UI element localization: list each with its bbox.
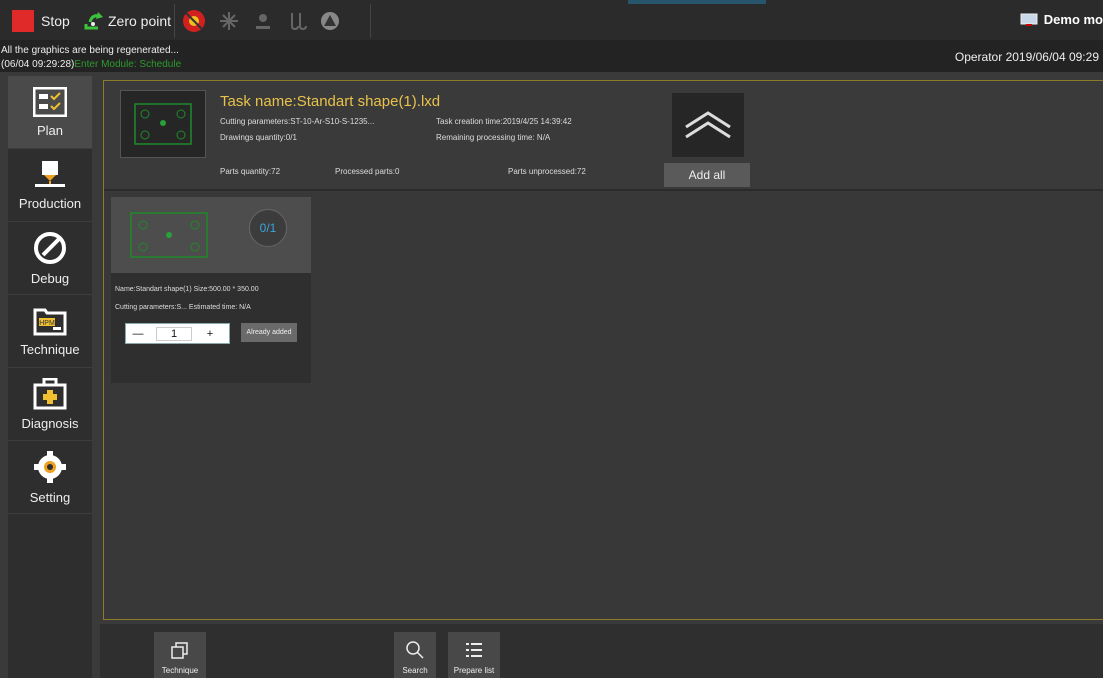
operator-datetime: Operator 2019/06/04 09:29: [954, 50, 1099, 64]
technique-icon: HPM: [33, 308, 67, 335]
sidebar-item-production[interactable]: Production: [8, 149, 92, 222]
debug-icon: [34, 231, 66, 264]
sidebar-item-label: Plan: [36, 122, 64, 138]
sidebar-item-technique[interactable]: HPM Technique: [8, 295, 92, 368]
sidebar-item-debug[interactable]: Debug: [8, 222, 92, 295]
task-remaining-time: Remaining processing time: N/A: [436, 133, 551, 142]
part-params-time: Cutting parameters:S... Estimated time: …: [115, 304, 251, 311]
monitor-icon: [1020, 13, 1038, 26]
stop-icon: [12, 10, 34, 32]
sidebar-item-label: Setting: [29, 489, 71, 505]
bottom-toolbar: Technique Search Prepare list: [100, 624, 1103, 678]
list-icon: [466, 643, 482, 657]
collapse-button[interactable]: [672, 93, 744, 157]
sidebar-item-setting[interactable]: Setting: [8, 441, 92, 514]
quantity-stepper[interactable]: — 1 +: [125, 323, 230, 344]
top-toolbar: Stop Zero point Demo mo: [0, 0, 1103, 41]
svg-text:HPM: HPM: [39, 320, 55, 327]
part-name-size: Name:Standart shape(1) Size:500.00 * 350…: [115, 286, 259, 293]
task-drawings-qty: Drawings quantity:0/1: [220, 133, 297, 142]
technique-button-label: Technique: [161, 666, 199, 675]
demo-mode-indicator: Demo mo: [1020, 12, 1103, 27]
sidebar-item-label: Debug: [30, 270, 70, 286]
technique-button[interactable]: Technique: [154, 632, 206, 678]
task-name: Task name:Standart shape(1).lxd: [220, 93, 441, 110]
zero-point-icon: [84, 12, 103, 30]
burst-icon[interactable]: [219, 11, 239, 31]
prepare-list-button[interactable]: Prepare list: [448, 632, 500, 678]
demo-label: Demo mo: [1043, 12, 1103, 27]
quantity-input[interactable]: 1: [156, 326, 192, 341]
part-card: 0/1 Name:Standart shape(1) Size:500.00 *…: [111, 197, 311, 383]
stop-label: Stop: [41, 13, 70, 29]
sidebar-item-label: Diagnosis: [21, 415, 79, 431]
parts-unprocessed: Parts unprocessed:72: [508, 167, 586, 176]
double-chevron-up-icon: [685, 111, 731, 139]
stop-button[interactable]: Stop: [12, 10, 70, 32]
warning-icon[interactable]: [320, 11, 340, 31]
prepare-list-button-label: Prepare list: [453, 666, 495, 675]
main-panel: Task name:Standart shape(1).lxd Cutting …: [103, 80, 1103, 620]
sidebar-item-plan[interactable]: Plan: [8, 76, 92, 149]
toolbar-divider: [174, 4, 175, 38]
status-log: (06/04 09:29:28)Enter Module: Schedule: [1, 59, 181, 70]
task-header: Task name:Standart shape(1).lxd Cutting …: [104, 81, 1103, 191]
plan-icon: [33, 86, 67, 117]
laser-off-icon[interactable]: [182, 9, 206, 33]
part-card-preview: 0/1: [111, 197, 311, 273]
follow-icon[interactable]: [287, 11, 309, 31]
add-all-button[interactable]: Add all: [664, 163, 750, 187]
progress-badge: 0/1: [249, 209, 287, 247]
search-button[interactable]: Search: [394, 632, 436, 678]
processed-parts: Processed parts:0: [335, 167, 400, 176]
sidebar-item-diagnosis[interactable]: Diagnosis: [8, 368, 92, 441]
decrement-button[interactable]: —: [126, 328, 150, 340]
status-bar: All the graphics are being regenerated..…: [0, 40, 1103, 72]
increment-button[interactable]: +: [198, 328, 222, 340]
status-log-message: Enter Module: Schedule: [74, 59, 182, 70]
status-message: All the graphics are being regenerated..…: [1, 45, 179, 56]
sidebar-item-label: Technique: [20, 341, 80, 357]
setting-icon: [34, 450, 66, 483]
sidebar: Plan Production Debug HPM Technique Diag…: [8, 76, 92, 678]
nozzle-icon[interactable]: [253, 11, 273, 31]
production-icon: [35, 160, 65, 187]
sidebar-item-label: Production: [18, 195, 82, 211]
zero-point-label: Zero point: [108, 13, 172, 29]
task-thumbnail[interactable]: [120, 90, 206, 158]
already-added-button[interactable]: Already added: [241, 323, 297, 342]
layers-icon: [171, 642, 188, 659]
zero-point-button[interactable]: Zero point: [82, 10, 171, 32]
parts-quantity: Parts quantity:72: [220, 167, 281, 176]
diagnosis-icon: [33, 377, 67, 409]
status-log-time: (06/04 09:29:28): [1, 59, 75, 70]
search-icon: [406, 641, 424, 659]
toolbar-divider: [370, 4, 371, 38]
toolbar-accent: [628, 0, 766, 4]
task-creation-time: Task creation time:2019/4/25 14:39:42: [436, 117, 572, 126]
task-cutting-params: Cutting parameters:ST-10-Ar-S10-S-1235..…: [220, 117, 375, 126]
search-button-label: Search: [402, 666, 428, 675]
part-thumbnail[interactable]: [125, 207, 213, 263]
